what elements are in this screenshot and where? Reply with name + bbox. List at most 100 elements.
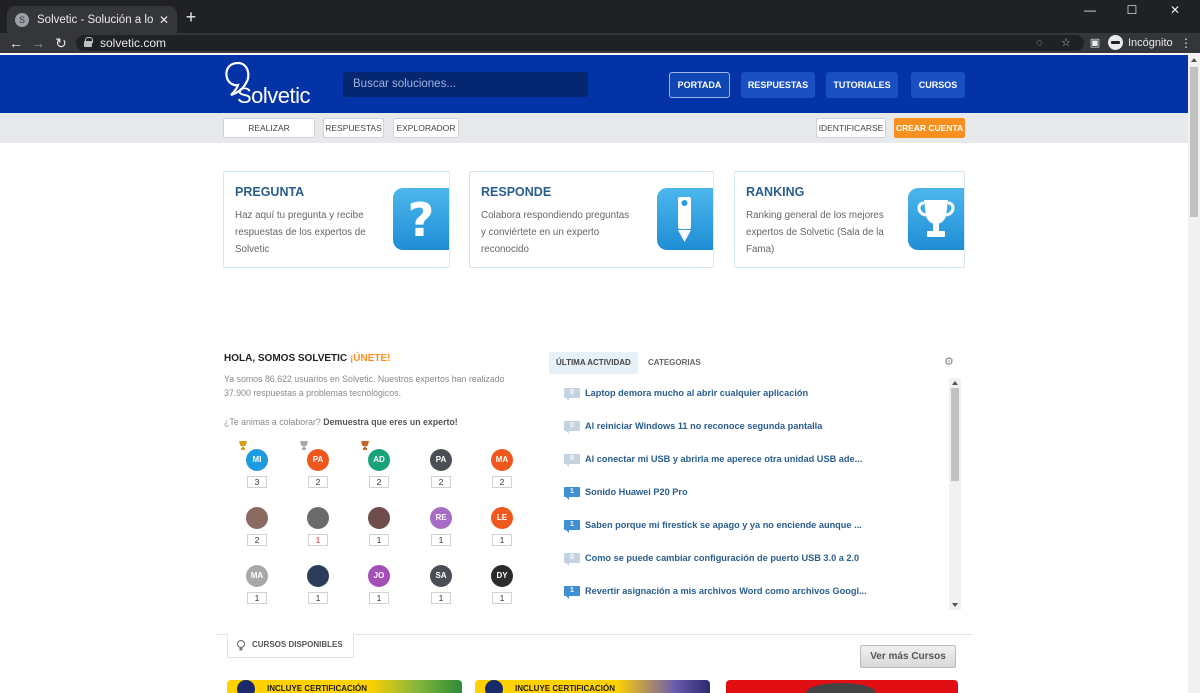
user-answer-count: 2: [492, 476, 512, 488]
maximize-button[interactable]: ☐: [1112, 0, 1152, 20]
question-link[interactable]: Como se puede cambiar configuración de p…: [585, 553, 859, 563]
activity-item[interactable]: 0 Al conectar mi USB y abrirla me aperece…: [564, 452, 862, 467]
site-favicon-icon: S: [15, 12, 29, 27]
user-avatar[interactable]: MA: [246, 565, 268, 587]
question-link[interactable]: Revertir asignación a mis archivos Word …: [585, 586, 867, 596]
window-close-button[interactable]: ✕: [1155, 0, 1195, 20]
tab-ultima-actividad[interactable]: ÚLTIMA ACTIVIDAD: [549, 352, 638, 374]
scroll-thumb[interactable]: [1190, 67, 1198, 217]
user-tile[interactable]: 2: [245, 507, 269, 546]
answer-count-badge: 0: [564, 454, 580, 467]
user-answer-count: 1: [431, 534, 451, 546]
user-tile[interactable]: AD 2: [361, 441, 391, 488]
login-button[interactable]: IDENTIFICARSE: [816, 118, 886, 138]
question-link[interactable]: Al conectar mi USB y abrirla me aperece …: [585, 454, 862, 464]
course-card-3[interactable]: [726, 680, 958, 693]
explorer-button[interactable]: EXPLORADOR: [393, 118, 459, 138]
activity-item[interactable]: 0 Laptop demora mucho al abrir cualquier …: [564, 386, 808, 401]
user-answer-count: 1: [247, 592, 267, 604]
user-answer-count: 2: [308, 476, 328, 488]
user-tile[interactable]: PA 2: [300, 441, 330, 488]
bookmark-star-icon[interactable]: ☆: [1061, 35, 1071, 51]
browser-menu-icon[interactable]: ⋮: [1180, 33, 1192, 53]
user-avatar[interactable]: PA: [300, 441, 329, 471]
page-scrollbar[interactable]: [1188, 55, 1200, 693]
scroll-thumb[interactable]: [951, 388, 959, 481]
activity-item[interactable]: 1 Saben porque mi firestick se apago y ya…: [564, 518, 862, 533]
course-card-1[interactable]: INCLUYE CERTIFICACIÓN: [227, 680, 462, 693]
user-avatar[interactable]: [246, 507, 268, 529]
minimize-button[interactable]: —: [1070, 0, 1110, 20]
user-avatar[interactable]: MA: [491, 449, 513, 471]
browser-tab[interactable]: S Solvetic - Solución a los problem ✕: [7, 6, 177, 33]
user-avatar[interactable]: JO: [368, 565, 390, 587]
nav-respuestas[interactable]: RESPUESTAS: [741, 72, 815, 98]
search-input[interactable]: Buscar soluciones...: [343, 72, 588, 97]
card-ranking[interactable]: RANKING Ranking general de los mejores e…: [734, 171, 965, 268]
user-tile[interactable]: LE 1: [490, 507, 514, 546]
activity-item[interactable]: 0 Al reiniciar Windows 11 no reconoce seg…: [564, 419, 822, 434]
expert-link[interactable]: Demuestra que eres un experto!: [323, 417, 457, 427]
nav-portada[interactable]: PORTADA: [669, 72, 730, 98]
ask-question-button[interactable]: REALIZAR PREGUNTA: [223, 118, 315, 151]
user-tile[interactable]: 1: [367, 507, 391, 546]
question-link[interactable]: Laptop demora mucho al abrir cualquier a…: [585, 388, 808, 398]
activity-item[interactable]: 1 Sonido Huawei P20 Pro: [564, 485, 688, 500]
user-tile[interactable]: SA 1: [429, 565, 453, 604]
join-link[interactable]: ¡ÚNETE!: [350, 353, 391, 364]
browser-toolbar: ← → ↻ solvetic.com ◌ ☆ ▣ Incógnito ⋮: [0, 33, 1200, 53]
course-card-2[interactable]: INCLUYE CERTIFICACIÓN: [475, 680, 710, 693]
forward-button[interactable]: →: [30, 33, 46, 53]
user-avatar[interactable]: AD: [361, 441, 390, 471]
side-panel-icon[interactable]: ▣: [1087, 33, 1103, 53]
user-avatar[interactable]: DY: [491, 565, 513, 587]
activity-scrollbar[interactable]: [949, 378, 961, 610]
user-avatar[interactable]: [307, 507, 329, 529]
incognito-label: Incógnito: [1128, 36, 1173, 49]
scroll-down-icon[interactable]: [952, 603, 958, 607]
user-tile[interactable]: DY 1: [490, 565, 514, 604]
user-avatar[interactable]: RE: [430, 507, 452, 529]
new-tab-button[interactable]: +: [182, 8, 200, 26]
user-tile[interactable]: 1: [306, 507, 330, 546]
card-responde[interactable]: RESPONDE Colabora respondiendo preguntas…: [469, 171, 714, 268]
user-tile[interactable]: PA 2: [429, 449, 453, 488]
signup-button[interactable]: CREAR CUENTA: [894, 118, 965, 138]
user-tile[interactable]: JO 1: [367, 565, 391, 604]
answers-button[interactable]: RESPUESTAS: [323, 118, 384, 138]
user-avatar[interactable]: SA: [430, 565, 452, 587]
incognito-indicator[interactable]: Incógnito: [1108, 35, 1173, 50]
question-link[interactable]: Al reiniciar Windows 11 no reconoce segu…: [585, 421, 822, 431]
card-pregunta[interactable]: PREGUNTA Haz aquí tu pregunta y recibe r…: [223, 171, 450, 268]
address-bar[interactable]: solvetic.com ◌ ☆: [76, 35, 1084, 51]
solvetic-logo[interactable]: Solvetic: [224, 61, 324, 108]
back-button[interactable]: ←: [8, 33, 24, 53]
question-link[interactable]: Sonido Huawei P20 Pro: [585, 487, 688, 497]
gear-icon[interactable]: ⚙: [944, 355, 956, 368]
activity-item[interactable]: 0 Como se puede cambiar configuración de …: [564, 551, 859, 566]
eye-off-icon[interactable]: ◌: [1036, 35, 1043, 51]
question-link[interactable]: Saben porque mi firestick se apago y ya …: [585, 520, 862, 530]
user-tile[interactable]: MA 2: [490, 449, 514, 488]
user-avatar[interactable]: [307, 565, 329, 587]
more-courses-button[interactable]: Ver más Cursos: [860, 645, 956, 668]
user-avatar[interactable]: MI: [239, 441, 268, 471]
card-title: PREGUNTA: [235, 185, 305, 199]
user-tile[interactable]: 1: [306, 565, 330, 604]
courses-tab[interactable]: CURSOS DISPONIBLES: [227, 634, 354, 658]
user-tile[interactable]: MA 1: [245, 565, 269, 604]
user-avatar[interactable]: PA: [430, 449, 452, 471]
user-tile[interactable]: RE 1: [429, 507, 453, 546]
activity-item[interactable]: 1 Revertir asignación a mis archivos Word…: [564, 584, 867, 599]
user-avatar[interactable]: [368, 507, 390, 529]
tab-categorias[interactable]: CATEGORIAS: [641, 352, 708, 374]
nav-cursos[interactable]: CURSOS: [911, 72, 965, 98]
scroll-up-icon[interactable]: [1191, 58, 1197, 62]
tab-close-icon[interactable]: ✕: [159, 13, 169, 27]
card-title: RANKING: [746, 185, 805, 199]
user-avatar[interactable]: LE: [491, 507, 513, 529]
reload-button[interactable]: ↻: [53, 33, 69, 53]
user-tile[interactable]: MI 3: [239, 441, 269, 488]
scroll-up-icon[interactable]: [952, 381, 958, 385]
nav-tutoriales[interactable]: TUTORIALES: [826, 72, 898, 98]
